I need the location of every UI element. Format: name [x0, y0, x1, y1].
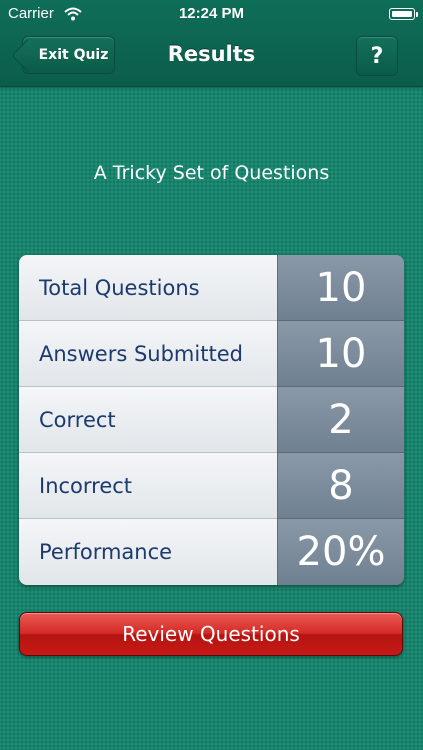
- result-row-answers-submitted: Answers Submitted 10: [19, 321, 404, 387]
- status-bar: Carrier 12:24 PM: [0, 0, 423, 28]
- result-row-total-questions: Total Questions 10: [19, 255, 404, 321]
- result-row-correct: Correct 2: [19, 387, 404, 453]
- nav-bar: Exit Quiz Results ?: [0, 28, 423, 86]
- result-label: Performance: [19, 519, 277, 585]
- result-label: Incorrect: [19, 453, 277, 519]
- result-value: 8: [277, 453, 404, 519]
- quiz-title: A Tricky Set of Questions: [93, 162, 330, 184]
- result-label: Answers Submitted: [19, 321, 277, 387]
- result-label: Correct: [19, 387, 277, 453]
- result-row-incorrect: Incorrect 8: [19, 453, 404, 519]
- result-value: 10: [277, 321, 404, 387]
- results-table: Total Questions 10 Answers Submitted 10 …: [19, 255, 404, 585]
- result-value: 20%: [277, 519, 404, 585]
- result-label: Total Questions: [19, 255, 277, 321]
- status-time: 12:24 PM: [178, 5, 245, 22]
- result-row-performance: Performance 20%: [19, 519, 404, 585]
- review-questions-label: Review Questions: [122, 622, 300, 646]
- help-button[interactable]: ?: [356, 36, 398, 76]
- battery-icon: [389, 8, 418, 20]
- result-value: 10: [277, 255, 404, 321]
- review-questions-button[interactable]: Review Questions: [19, 612, 403, 656]
- result-value: 2: [277, 387, 404, 453]
- question-mark-icon: ?: [370, 43, 384, 69]
- top-bar: Carrier 12:24 PM Exit Quiz Results ?: [0, 0, 423, 87]
